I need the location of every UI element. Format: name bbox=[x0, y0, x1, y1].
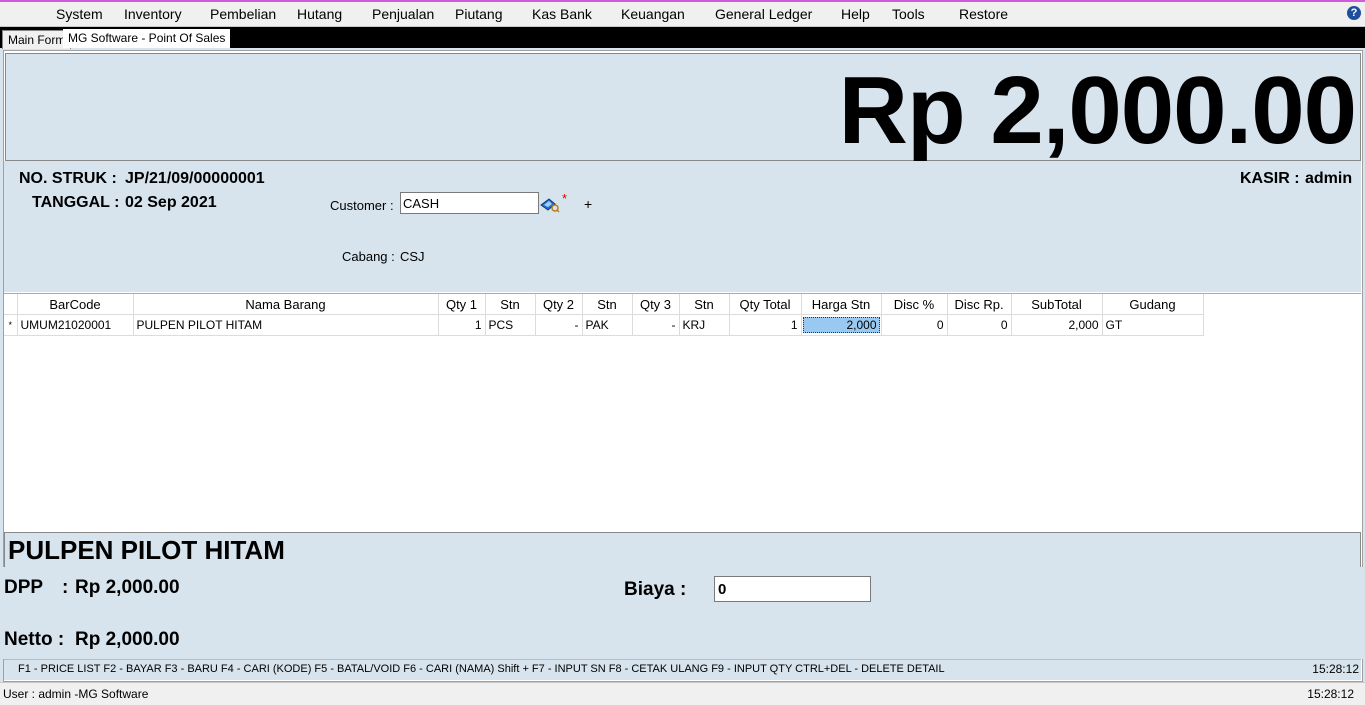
col-harga-stn[interactable]: Harga Stn bbox=[801, 294, 882, 315]
item-table: BarCode Nama Barang Qty 1 Stn Qty 2 Stn … bbox=[4, 294, 1204, 336]
col-stn1[interactable]: Stn bbox=[485, 294, 536, 315]
menu-keuangan[interactable]: Keuangan bbox=[621, 6, 685, 22]
cell-disc-rp[interactable]: 0 bbox=[947, 314, 1012, 336]
help-icon[interactable]: ? bbox=[1347, 6, 1361, 20]
cabang-value: CSJ bbox=[400, 249, 425, 264]
row-marker: * bbox=[4, 314, 18, 336]
dpp-value: Rp 2,000.00 bbox=[75, 577, 180, 598]
cell-subtotal[interactable]: 2,000 bbox=[1011, 314, 1103, 336]
kasir-value: admin bbox=[1305, 170, 1353, 187]
tab-point-of-sales[interactable]: MG Software - Point Of Sales bbox=[63, 29, 231, 48]
status-time: 15:28:12 bbox=[1307, 687, 1354, 701]
tab-strip: Main Form MG Software - Point Of Sales bbox=[0, 27, 1365, 49]
no-struk-label: NO. STRUK : bbox=[19, 170, 117, 187]
cell-qty2[interactable]: - bbox=[535, 314, 583, 336]
clock: 15:28:12 bbox=[1312, 662, 1359, 676]
col-qty3[interactable]: Qty 3 bbox=[632, 294, 680, 315]
menu-kas-bank[interactable]: Kas Bank bbox=[532, 6, 592, 22]
biaya-input[interactable] bbox=[714, 576, 871, 602]
netto-label: Netto : bbox=[4, 629, 65, 650]
dpp-label: DPP bbox=[4, 577, 44, 598]
cell-qty3[interactable]: - bbox=[632, 314, 680, 336]
menu-piutang[interactable]: Piutang bbox=[455, 6, 502, 22]
window-accent-line bbox=[0, 0, 1365, 2]
shortcut-bar: F1 - PRICE LIST F2 - BAYAR F3 - BARU F4 … bbox=[4, 659, 1361, 680]
menu-restore[interactable]: Restore bbox=[959, 6, 1008, 22]
menu-general-ledger[interactable]: General Ledger bbox=[715, 6, 812, 22]
cell-stn2[interactable]: PAK bbox=[582, 314, 633, 336]
no-struk-value: JP/21/09/00000001 bbox=[125, 170, 265, 187]
total-amount: Rp 2,000.00 bbox=[838, 57, 1357, 164]
menu-pembelian[interactable]: Pembelian bbox=[210, 6, 276, 22]
col-qty-total[interactable]: Qty Total bbox=[729, 294, 802, 315]
status-user: User : admin -MG Software bbox=[3, 687, 149, 701]
selected-item-name: PULPEN PILOT HITAM bbox=[8, 535, 285, 565]
menu-tools[interactable]: Tools bbox=[892, 6, 925, 22]
shortcut-help-text: F1 - PRICE LIST F2 - BAYAR F3 - BARU F4 … bbox=[18, 663, 945, 675]
cabang-label: Cabang : bbox=[342, 249, 395, 264]
col-disc-pct[interactable]: Disc % bbox=[881, 294, 948, 315]
add-customer-button[interactable]: + bbox=[584, 196, 592, 212]
selected-item-panel: PULPEN PILOT HITAM bbox=[4, 532, 1361, 568]
col-gudang[interactable]: Gudang bbox=[1102, 294, 1204, 315]
cell-qty-total[interactable]: 1 bbox=[729, 314, 802, 336]
tab-main-form[interactable]: Main Form bbox=[2, 30, 72, 49]
col-qty1[interactable]: Qty 1 bbox=[438, 294, 486, 315]
cell-nama[interactable]: PULPEN PILOT HITAM bbox=[133, 314, 439, 336]
menu-help[interactable]: Help bbox=[841, 6, 870, 22]
cell-disc-pct[interactable]: 0 bbox=[881, 314, 948, 336]
menu-penjualan[interactable]: Penjualan bbox=[372, 6, 434, 22]
cell-qty1[interactable]: 1 bbox=[438, 314, 486, 336]
transaction-info-panel: NO. STRUK : JP/21/09/00000001 TANGGAL : … bbox=[4, 161, 1361, 292]
menu-system[interactable]: System bbox=[56, 6, 103, 22]
biaya-label: Biaya : bbox=[624, 579, 687, 600]
col-disc-rp[interactable]: Disc Rp. bbox=[947, 294, 1012, 315]
menu-bar: System Inventory Pembelian Hutang Penjua… bbox=[0, 0, 1365, 27]
cell-harga-stn[interactable]: 2,000 bbox=[801, 314, 882, 336]
cell-stn3[interactable]: KRJ bbox=[679, 314, 730, 336]
total-panel: Rp 2,000.00 bbox=[5, 53, 1361, 164]
customer-label: Customer : bbox=[330, 198, 394, 213]
kasir-label: KASIR : bbox=[1240, 170, 1300, 187]
cell-barcode[interactable]: UMUM21020001 bbox=[17, 314, 134, 336]
col-nama-barang[interactable]: Nama Barang bbox=[133, 294, 439, 315]
dpp-separator: : bbox=[62, 577, 69, 598]
customer-input[interactable] bbox=[400, 192, 539, 214]
col-stn2[interactable]: Stn bbox=[582, 294, 633, 315]
tanggal-value: 02 Sep 2021 bbox=[125, 194, 217, 211]
table-row[interactable]: * UMUM21020001 PULPEN PILOT HITAM 1 PCS … bbox=[4, 314, 1204, 336]
netto-value: Rp 2,000.00 bbox=[75, 629, 180, 650]
status-bar: User : admin -MG Software 15:28:12 bbox=[0, 682, 1365, 705]
required-mark: * bbox=[562, 191, 568, 206]
tanggal-label: TANGGAL : bbox=[32, 194, 120, 211]
col-stn3[interactable]: Stn bbox=[679, 294, 730, 315]
col-subtotal[interactable]: SubTotal bbox=[1011, 294, 1103, 315]
cell-stn1[interactable]: PCS bbox=[485, 314, 536, 336]
cell-gudang[interactable]: GT bbox=[1102, 314, 1204, 336]
col-barcode[interactable]: BarCode bbox=[17, 294, 134, 315]
grid-header-row: BarCode Nama Barang Qty 1 Stn Qty 2 Stn … bbox=[4, 294, 1204, 315]
menu-hutang[interactable]: Hutang bbox=[297, 6, 342, 22]
row-marker-header bbox=[4, 294, 18, 315]
cell-harga-stn-selected[interactable]: 2,000 bbox=[802, 317, 880, 333]
summary-panel: DPP : Rp 2,000.00 Netto : Rp 2,000.00 Bi… bbox=[0, 567, 1365, 659]
menu-inventory[interactable]: Inventory bbox=[124, 6, 182, 22]
item-grid[interactable]: BarCode Nama Barang Qty 1 Stn Qty 2 Stn … bbox=[4, 293, 1361, 531]
customer-lookup-icon[interactable] bbox=[540, 197, 560, 213]
col-qty2[interactable]: Qty 2 bbox=[535, 294, 583, 315]
